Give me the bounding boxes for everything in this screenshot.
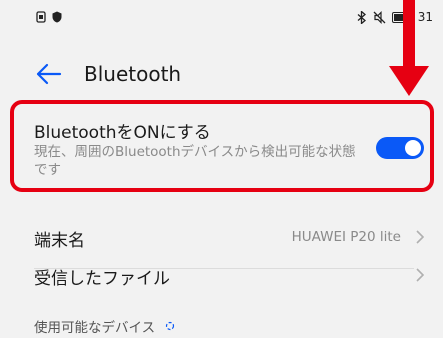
chevron-right-icon — [416, 268, 425, 282]
available-devices-label: 使用可能なデバイス — [34, 320, 156, 336]
status-bar: 31 — [0, 0, 443, 34]
battery-icon — [391, 11, 412, 23]
switch-knob — [405, 140, 421, 156]
bluetooth-switch[interactable] — [376, 137, 424, 159]
bluetooth-icon — [357, 10, 366, 24]
available-devices-section-header: 使用可能なデバイス — [34, 316, 175, 336]
status-time: 31 — [417, 10, 433, 24]
bluetooth-toggle-description: 現在、周囲のBluetoothデバイスから検出可能な状態です — [34, 144, 356, 178]
page-title: Bluetooth — [84, 62, 182, 86]
loading-spinner-icon — [166, 321, 175, 331]
sim-icon — [36, 11, 46, 23]
received-files-row[interactable]: 受信したファイル — [0, 250, 443, 302]
status-left-icons — [36, 11, 62, 23]
app-bar: Bluetooth — [0, 52, 443, 96]
back-arrow-icon[interactable] — [34, 61, 64, 87]
mute-icon — [373, 10, 386, 24]
chevron-right-icon — [416, 230, 425, 244]
device-name-label: 端末名 — [34, 231, 85, 251]
status-right-icons: 31 — [357, 10, 433, 24]
shield-icon — [52, 11, 62, 23]
bluetooth-toggle-row[interactable]: BluetoothをONにする 現在、周囲のBluetoothデバイスから検出可… — [22, 112, 424, 184]
device-name-value: HUAWEI P20 lite — [291, 229, 401, 245]
received-files-label: 受信したファイル — [34, 269, 170, 289]
bluetooth-toggle-title: BluetoothをONにする — [34, 123, 211, 143]
